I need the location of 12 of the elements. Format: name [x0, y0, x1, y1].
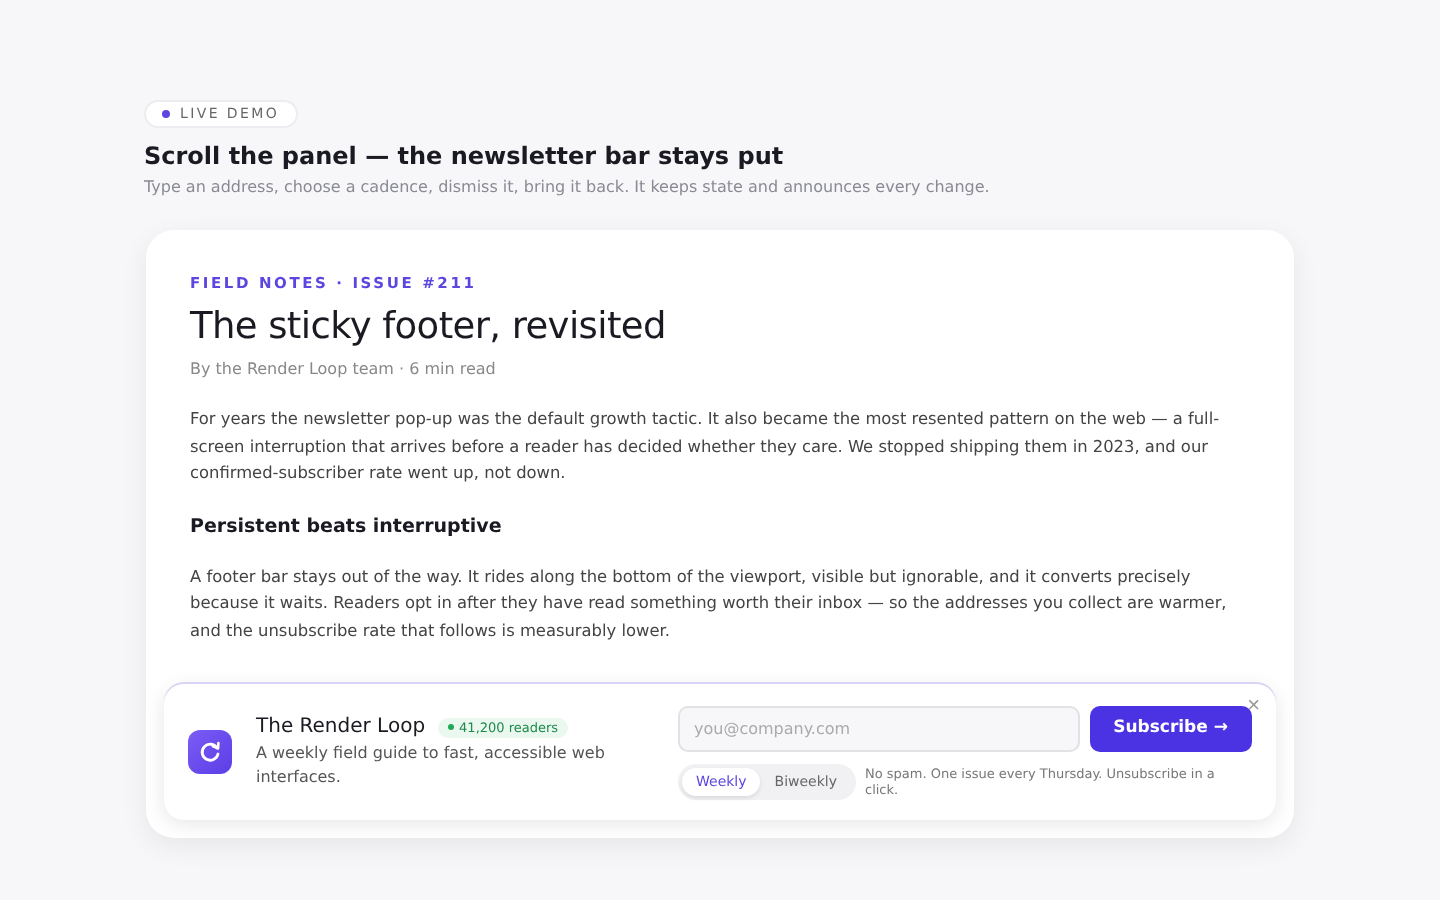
article-title: The sticky footer, revisited: [190, 306, 668, 348]
page-heading: Scroll the panel — the newsletter bar stays put: [144, 142, 786, 170]
article-byline: By the Render Loop team · 6 min read: [190, 360, 498, 378]
newsletter-name: The Render Loop: [256, 716, 426, 738]
page-subheading: Type an address, choose a cadence, dismiss it, bring it back. It keeps state and announces every change.: [144, 178, 992, 196]
email-field[interactable]: you@company.com: [678, 705, 1080, 751]
article-paragraph: A footer bar stays out of the way. It rides along the bottom of the viewport, visible but ignorable, and it converts precisely because it waits. Readers opt in after they have read something worth their inbox — so the addresses you collect are warmer, and the unsubscribe rate that follows is measurably lower.: [190, 563, 1229, 644]
article-paragraph: For years the newsletter pop-up was the default growth tactic. It also became the most resented pattern on the web — a full-screen interruption that arrives before a reader has decided whether they care. We stopped shipping them in 2023, and our confirmed-subscriber rate went up, not down.: [190, 406, 1222, 486]
newsletter-tagline: A weekly field guide to fast, accessible web interfaces.: [256, 742, 607, 788]
subscribe-button[interactable]: Subscribe →: [1089, 705, 1252, 751]
section-heading: Persistent beats interruptive: [190, 515, 504, 537]
refresh-icon: [188, 730, 232, 774]
